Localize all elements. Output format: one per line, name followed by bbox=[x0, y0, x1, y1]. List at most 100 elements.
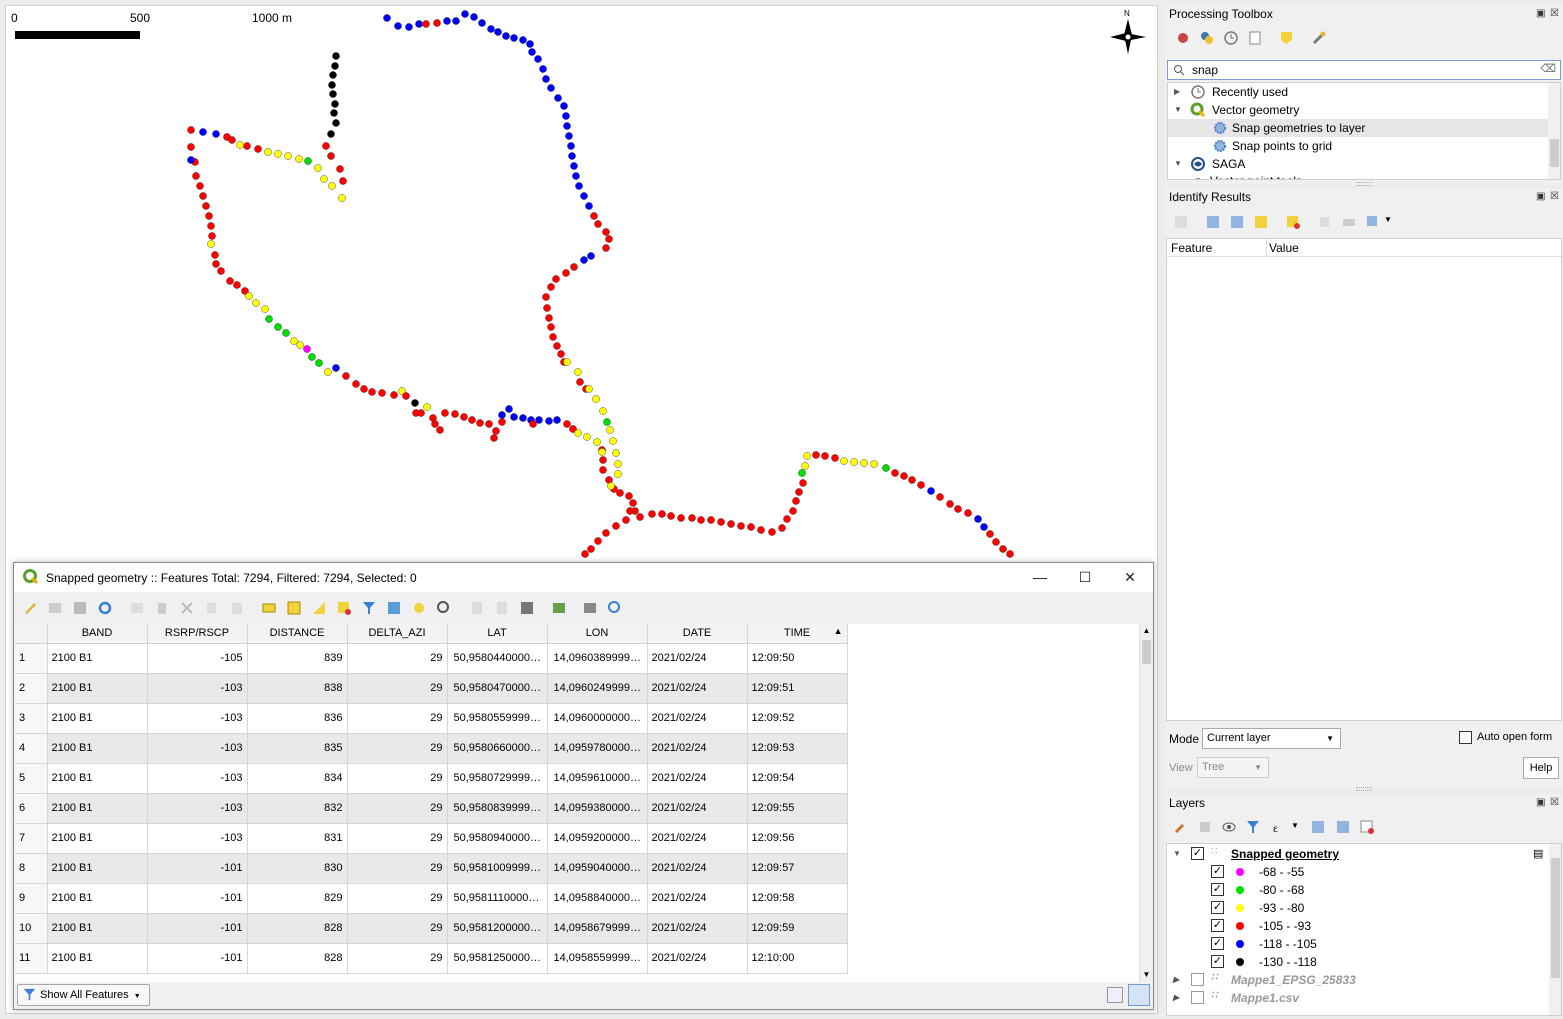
pan-to-selection-icon[interactable] bbox=[411, 600, 427, 616]
cell-delta-azi[interactable]: 29 bbox=[347, 733, 448, 764]
cell-lon[interactable]: 14,09585599999... bbox=[547, 943, 648, 974]
move-selection-top-icon[interactable] bbox=[386, 600, 402, 616]
cell-delta-azi[interactable]: 29 bbox=[347, 763, 448, 794]
cell-distance[interactable]: 835 bbox=[247, 733, 348, 764]
layer-visibility-checkbox[interactable] bbox=[1191, 991, 1204, 1004]
paste-icon[interactable] bbox=[229, 600, 245, 616]
cell-rsrp[interactable]: -101 bbox=[147, 913, 248, 944]
cell-rsrp[interactable]: -101 bbox=[147, 943, 248, 974]
expand-arrow-icon[interactable]: ▶ bbox=[1173, 989, 1179, 1007]
column-header[interactable]: DATE bbox=[647, 624, 748, 644]
edit-pencil-icon[interactable] bbox=[22, 600, 38, 616]
cell-delta-azi[interactable]: 29 bbox=[347, 823, 448, 854]
history-clock-icon[interactable] bbox=[1223, 30, 1239, 46]
table-vertical-scrollbar[interactable]: ▲ ▼ bbox=[1139, 624, 1153, 982]
cell-date[interactable]: 2021/02/24 bbox=[647, 703, 748, 734]
dropdown-arrow-icon[interactable]: ▼ bbox=[1384, 215, 1392, 224]
cell-rsrp[interactable]: -103 bbox=[147, 703, 248, 734]
cell-distance[interactable]: 834 bbox=[247, 763, 348, 794]
row-number[interactable]: 6 bbox=[15, 793, 48, 824]
collapse-arrow-icon[interactable]: ▼ bbox=[1174, 155, 1182, 173]
cell-lon[interactable]: 14,09593800000... bbox=[547, 793, 648, 824]
cell-lat[interactable]: 50,95812000000... bbox=[447, 913, 548, 944]
panel-splitter[interactable] bbox=[1356, 182, 1372, 186]
cell-rsrp[interactable]: -105 bbox=[147, 643, 248, 674]
cell-rsrp[interactable]: -103 bbox=[147, 793, 248, 824]
deselect-icon[interactable] bbox=[336, 600, 352, 616]
cell-lon[interactable]: 14,09592000000... bbox=[547, 823, 648, 854]
cell-rsrp[interactable]: -103 bbox=[147, 823, 248, 854]
collapse-arrow-icon[interactable]: ▼ bbox=[1174, 101, 1182, 119]
cell-date[interactable]: 2021/02/24 bbox=[647, 733, 748, 764]
dialog-titlebar[interactable]: Snapped geometry :: Features Total: 7294… bbox=[14, 563, 1153, 592]
identify-results-tree[interactable]: Feature Value bbox=[1166, 238, 1562, 721]
maximize-button[interactable]: ☐ bbox=[1062, 565, 1108, 590]
options-wrench-icon[interactable] bbox=[1311, 30, 1327, 46]
copy-icon[interactable] bbox=[204, 600, 220, 616]
tree-item-vector-geometry[interactable]: ▼ Vector geometry bbox=[1168, 101, 1548, 119]
cut-icon[interactable] bbox=[179, 600, 195, 616]
table-row[interactable]: 1 2100 B1 -105 839 29 50,95804400000... 14,096… bbox=[15, 643, 848, 674]
class-visibility-checkbox[interactable]: ✓ bbox=[1211, 901, 1224, 914]
table-view-icon[interactable] bbox=[1128, 984, 1150, 1006]
corner-header[interactable] bbox=[15, 624, 48, 644]
table-row[interactable]: 6 2100 B1 -103 832 29 50,95808399999... 14,095… bbox=[15, 793, 848, 824]
help-button[interactable]: Help bbox=[1523, 757, 1559, 779]
cell-time[interactable]: 12:09:50 bbox=[747, 643, 848, 674]
column-header[interactable]: LON bbox=[547, 624, 648, 644]
cell-lat[interactable]: 50,95804400000... bbox=[447, 643, 548, 674]
collapse-tree-icon[interactable] bbox=[1229, 214, 1245, 230]
cell-lat[interactable]: 50,95804700000... bbox=[447, 673, 548, 704]
models-gear-icon[interactable] bbox=[1175, 30, 1191, 46]
tree-item-recently-used[interactable]: ▶ Recently used bbox=[1168, 83, 1548, 101]
form-view-icon[interactable] bbox=[1107, 987, 1123, 1003]
legend-class-item[interactable]: ✓ -130 - -118 bbox=[1167, 953, 1547, 971]
cell-time[interactable]: 12:09:57 bbox=[747, 853, 848, 884]
cell-distance[interactable]: 838 bbox=[247, 673, 348, 704]
cell-distance[interactable]: 829 bbox=[247, 883, 348, 914]
cell-rsrp[interactable]: -101 bbox=[147, 883, 248, 914]
layer-indicator-icon[interactable]: ▤ bbox=[1533, 845, 1543, 863]
mode-select[interactable]: Current layer ▼ bbox=[1202, 728, 1341, 749]
toolbox-scrollbar[interactable] bbox=[1548, 83, 1560, 179]
table-row[interactable]: 3 2100 B1 -103 836 29 50,95805599999... 14,096… bbox=[15, 703, 848, 734]
expand-arrow-icon[interactable]: ▶ bbox=[1174, 83, 1180, 101]
legend-class-item[interactable]: ✓ -80 - -68 bbox=[1167, 881, 1547, 899]
row-number[interactable]: 3 bbox=[15, 703, 48, 734]
class-visibility-checkbox[interactable]: ✓ bbox=[1211, 937, 1224, 950]
cell-delta-azi[interactable]: 29 bbox=[347, 943, 448, 974]
cell-lat[interactable]: 50,95811100000... bbox=[447, 883, 548, 914]
cell-band[interactable]: 2100 B1 bbox=[47, 763, 148, 794]
cell-time[interactable]: 12:09:59 bbox=[747, 913, 848, 944]
cell-lat[interactable]: 50,95812500000... bbox=[447, 943, 548, 974]
copy-icon[interactable] bbox=[1317, 214, 1333, 230]
close-panel-icon[interactable]: ☒ bbox=[1550, 8, 1559, 19]
delete-feature-icon[interactable] bbox=[154, 600, 170, 616]
cell-lat[interactable]: 50,95810099999... bbox=[447, 853, 548, 884]
scroll-thumb[interactable] bbox=[1142, 640, 1151, 664]
cell-time[interactable]: 12:09:55 bbox=[747, 793, 848, 824]
identify-mode-icon[interactable] bbox=[1365, 214, 1381, 230]
dock-icon[interactable] bbox=[582, 600, 598, 616]
remove-layer-icon[interactable] bbox=[1359, 819, 1375, 835]
delete-field-icon[interactable] bbox=[494, 600, 510, 616]
row-number[interactable]: 1 bbox=[15, 643, 48, 674]
cell-rsrp[interactable]: -103 bbox=[147, 673, 248, 704]
cell-band[interactable]: 2100 B1 bbox=[47, 703, 148, 734]
scroll-thumb[interactable] bbox=[1550, 139, 1559, 167]
expand-arrow-icon[interactable]: ▶ bbox=[1173, 971, 1179, 989]
cell-distance[interactable]: 828 bbox=[247, 943, 348, 974]
layer-visibility-checkbox[interactable] bbox=[1191, 973, 1204, 986]
close-panel-icon[interactable]: ☒ bbox=[1550, 191, 1559, 202]
legend-class-item[interactable]: ✓ -105 - -93 bbox=[1167, 917, 1547, 935]
actions-icon[interactable] bbox=[607, 600, 623, 616]
cell-delta-azi[interactable]: 29 bbox=[347, 883, 448, 914]
column-header[interactable]: BAND bbox=[47, 624, 148, 644]
cell-date[interactable]: 2021/02/24 bbox=[647, 943, 748, 974]
cell-time[interactable]: 12:09:54 bbox=[747, 763, 848, 794]
expand-new-results-icon[interactable] bbox=[1253, 214, 1269, 230]
cell-delta-azi[interactable]: 29 bbox=[347, 643, 448, 674]
auto-open-form-checkbox[interactable] bbox=[1459, 731, 1472, 744]
cell-distance[interactable]: 836 bbox=[247, 703, 348, 734]
column-header-time[interactable]: TIME ▲ bbox=[747, 624, 848, 644]
